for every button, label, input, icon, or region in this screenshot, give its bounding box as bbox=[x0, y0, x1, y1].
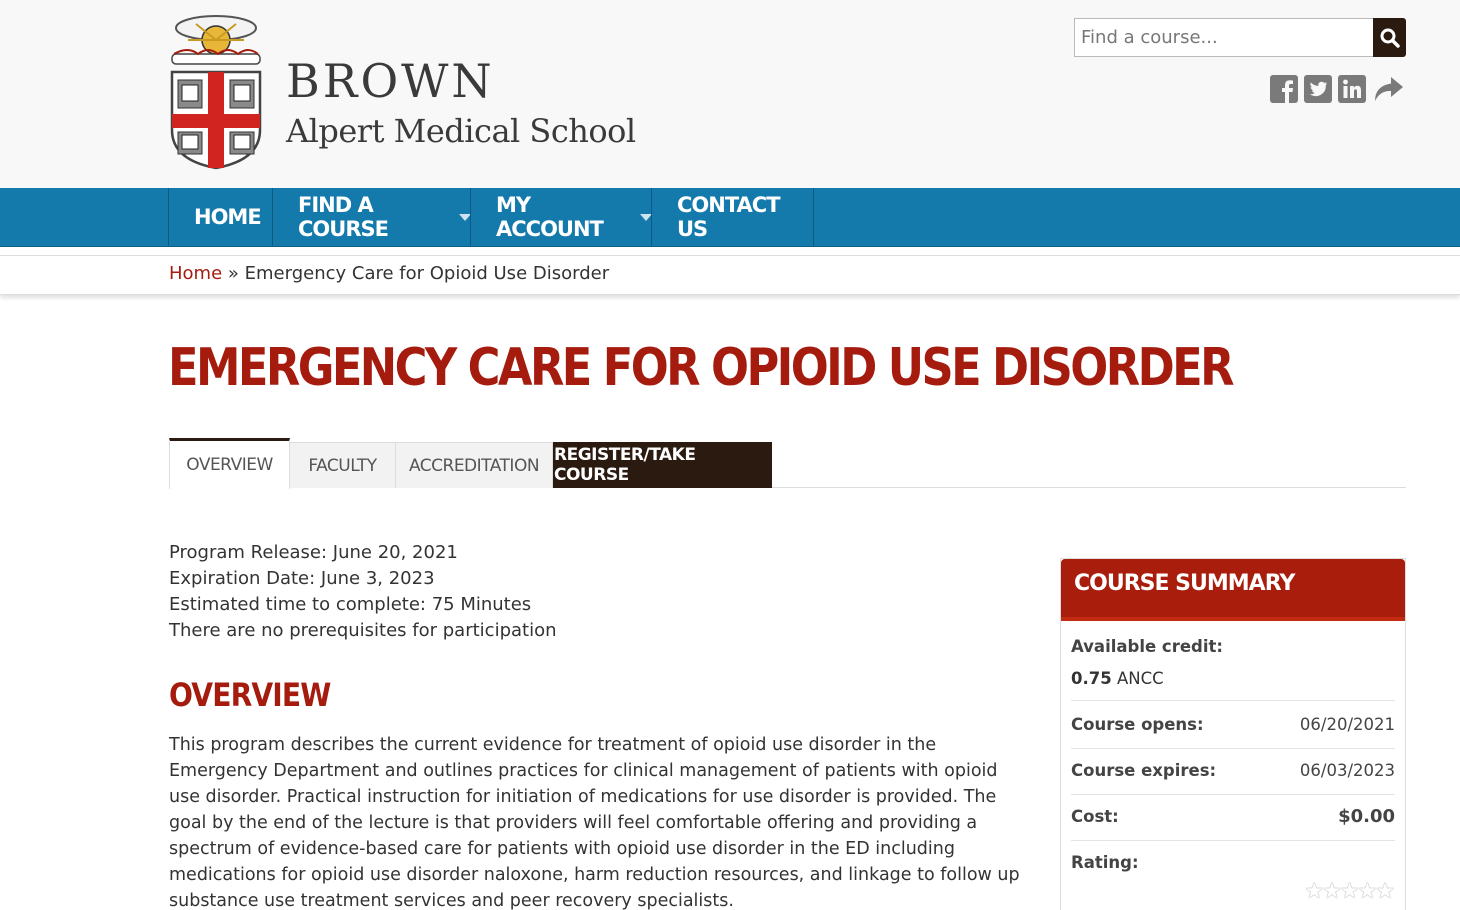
prerequisites: There are no prerequisites for participa… bbox=[169, 620, 557, 641]
credit-label: Available credit: bbox=[1071, 637, 1223, 656]
breadcrumb-current: Emergency Care for Opioid Use Disorder bbox=[244, 263, 610, 284]
summary-expires-row: Course expires: 06/03/2023 bbox=[1071, 749, 1395, 795]
linkedin-icon bbox=[1338, 75, 1366, 103]
twitter-link[interactable] bbox=[1304, 74, 1332, 104]
estimated-time: Estimated time to complete: 75 Minutes bbox=[169, 594, 532, 615]
nav-my-account[interactable]: MY ACCOUNT bbox=[470, 188, 652, 246]
cost-value: $0.00 bbox=[1338, 806, 1395, 827]
tab-faculty[interactable]: FACULTY bbox=[289, 442, 396, 488]
credit-type: ANCC bbox=[1116, 669, 1164, 688]
nav-home-label: HOME bbox=[194, 205, 262, 229]
opens-label: Course opens: bbox=[1071, 715, 1204, 734]
breadcrumb: Home » Emergency Care for Opioid Use Dis… bbox=[0, 255, 1460, 295]
tab-register-take-course[interactable]: REGISTER/TAKE COURSE bbox=[553, 442, 772, 488]
page-title: EMERGENCY CARE FOR OPIOID USE DISORDER bbox=[168, 338, 1235, 398]
nav-contact-us[interactable]: CONTACT US bbox=[651, 188, 814, 246]
course-meta: Program Release: June 20, 2021 Expiratio… bbox=[169, 540, 557, 644]
star-icon[interactable]: ★ bbox=[1304, 879, 1324, 904]
course-tabs: OVERVIEW FACULTY ACCREDITATION REGISTER/… bbox=[169, 438, 1406, 489]
breadcrumb-separator: » bbox=[227, 263, 239, 284]
linkedin-link[interactable] bbox=[1338, 74, 1366, 104]
share-link[interactable] bbox=[1372, 74, 1404, 104]
nav-my-account-label: MY ACCOUNT bbox=[496, 193, 604, 241]
search-icon bbox=[1380, 28, 1400, 48]
summary-opens-row: Course opens: 06/20/2021 bbox=[1071, 703, 1395, 749]
summary-cost-row: Cost: $0.00 bbox=[1071, 795, 1395, 841]
course-summary-heading: COURSE SUMMARY bbox=[1061, 559, 1405, 621]
share-icon bbox=[1375, 77, 1403, 101]
summary-credit-row: Available credit: 0.75 ANCC bbox=[1071, 631, 1395, 701]
course-summary-panel: COURSE SUMMARY Available credit: 0.75 AN… bbox=[1060, 558, 1406, 910]
expires-label: Course expires: bbox=[1071, 761, 1217, 780]
overview-heading: OVERVIEW bbox=[169, 676, 331, 714]
star-icon[interactable]: ★ bbox=[1375, 879, 1395, 904]
credit-value: 0.75 ANCC bbox=[1071, 669, 1164, 688]
opens-value: 06/20/2021 bbox=[1299, 715, 1395, 734]
tab-accreditation[interactable]: ACCREDITATION bbox=[395, 442, 553, 488]
star-icon[interactable]: ★ bbox=[1340, 879, 1360, 904]
star-icon[interactable]: ★ bbox=[1322, 879, 1342, 904]
facebook-icon bbox=[1270, 75, 1298, 103]
program-release: Program Release: June 20, 2021 bbox=[169, 542, 458, 563]
search-button[interactable] bbox=[1373, 18, 1406, 57]
facebook-link[interactable] bbox=[1270, 74, 1298, 104]
cost-label: Cost: bbox=[1071, 807, 1119, 826]
twitter-icon bbox=[1304, 75, 1332, 103]
expiration-date: Expiration Date: June 3, 2023 bbox=[169, 568, 435, 589]
rating-label: Rating: bbox=[1071, 853, 1139, 872]
rating-stars[interactable]: ★★★★★ bbox=[1304, 879, 1395, 904]
breadcrumb-home-link[interactable]: Home bbox=[169, 263, 222, 284]
nav-find-a-course[interactable]: FIND A COURSE bbox=[272, 188, 471, 246]
star-icon[interactable]: ★ bbox=[1358, 879, 1378, 904]
course-search-input[interactable] bbox=[1074, 18, 1374, 57]
nav-find-a-course-label: FIND A COURSE bbox=[298, 193, 389, 241]
breadcrumb-trail: Home » Emergency Care for Opioid Use Dis… bbox=[169, 263, 609, 284]
main-nav: HOME FIND A COURSE MY ACCOUNT CONTACT US bbox=[0, 188, 1460, 247]
overview-text: This program describes the current evide… bbox=[169, 735, 1020, 910]
site-header: BROWN Alpert Medical School bbox=[0, 0, 1460, 188]
tab-overview[interactable]: OVERVIEW bbox=[169, 438, 290, 489]
nav-home[interactable]: HOME bbox=[168, 188, 272, 246]
expires-value: 06/03/2023 bbox=[1299, 761, 1395, 780]
logo-brown[interactable]: BROWN bbox=[286, 54, 495, 108]
logo-school-name[interactable]: Alpert Medical School bbox=[286, 112, 636, 150]
nav-contact-us-label: CONTACT US bbox=[677, 193, 781, 241]
brown-shield-logo[interactable] bbox=[168, 10, 264, 170]
credit-amount: 0.75 bbox=[1071, 669, 1112, 688]
